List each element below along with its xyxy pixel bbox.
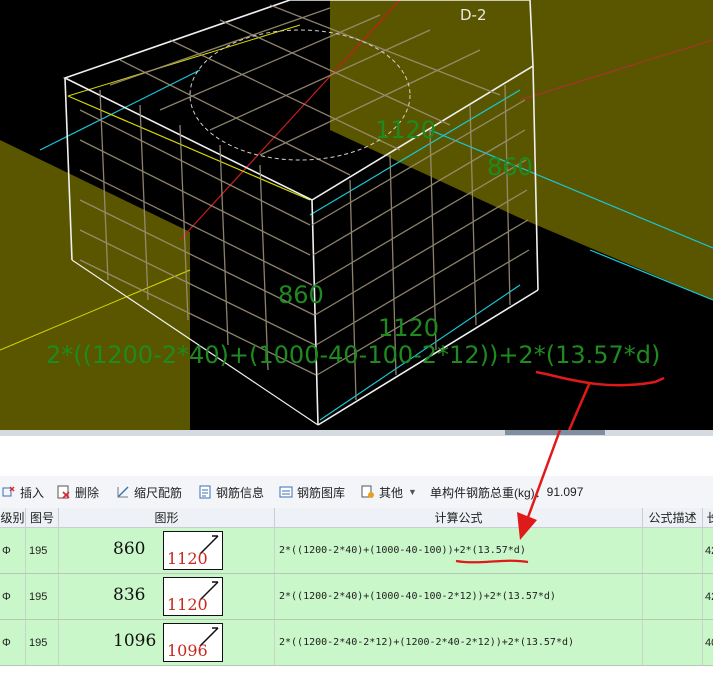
delete-button[interactable]: 删除 [57,483,99,501]
cell-grade[interactable]: Φ [0,620,26,665]
shape-length: 1096 [113,631,157,651]
cell-extra[interactable]: 42 [703,574,713,619]
table-row[interactable]: Φ 195 836 1120 2*((1200-2*40)+(1000-40-1… [0,574,713,620]
delete-icon [57,485,71,499]
info-icon [198,485,212,499]
rebar-table: 级别 图号 图形 计算公式 公式描述 长 Φ 195 860 1120 2*((… [0,508,713,698]
other-icon [361,485,375,499]
cell-formula[interactable]: 2*((1200-2*40-2*12)+(1200-2*40-2*12))+2*… [275,620,643,665]
col-header-shape[interactable]: 图形 [59,508,275,528]
other-label: 其他 [379,485,404,500]
shape-box-length: 1096 [167,641,208,660]
col-header-desc[interactable]: 公式描述 [643,508,703,528]
info-label: 钢筋信息 [216,485,265,500]
insert-label: 插入 [20,485,45,500]
cell-grade[interactable]: Φ [0,574,26,619]
shape-box-length: 1120 [167,595,208,614]
insert-icon [2,485,16,499]
cell-figure-no[interactable]: 195 [26,574,59,619]
library-label: 钢筋图库 [297,485,346,500]
weight-value: 91.097 [546,485,584,499]
panel-splitter[interactable] [0,430,713,436]
cell-extra[interactable]: 40 [703,620,713,665]
shape-figure[interactable]: 1120 [163,531,223,570]
other-dropdown[interactable]: 其他 ▼ [361,483,417,501]
empty-row[interactable] [0,666,713,698]
cell-grade[interactable]: Φ [0,528,26,573]
cell-extra[interactable]: 42 [703,528,713,573]
table-row[interactable]: Φ 195 860 1120 2*((1200-2*40)+(1000-40-1… [0,528,713,574]
cell-figure-no[interactable]: 195 [26,620,59,665]
col-header-extra[interactable]: 长 [703,508,713,528]
label-d2: D-2 [460,6,487,24]
cell-desc[interactable] [643,620,703,665]
shape-length: 860 [113,539,146,559]
scale-icon [116,485,130,499]
total-weight: 单构件钢筋总重(kg)： 91.097 [430,483,583,501]
3d-viewport[interactable]: D-2 1120 860 860 1120 2*((1200-2*40)+(10… [0,0,713,430]
col-header-grade[interactable]: 级别 [0,508,26,528]
chevron-down-icon: ▼ [408,487,417,497]
shape-figure[interactable]: 1120 [163,577,223,616]
col-header-figure-no[interactable]: 图号 [26,508,59,528]
rebar-info-button[interactable]: 钢筋信息 [198,483,264,501]
dimension-right-860: 860 [487,153,533,181]
shape-figure[interactable]: 1096 [163,623,223,662]
cell-desc[interactable] [643,574,703,619]
cell-desc[interactable] [643,528,703,573]
olive-column-left [0,140,190,430]
shape-box-length: 1120 [167,549,208,568]
table-row[interactable]: Φ 195 1096 1096 2*((1200-2*40-2*12)+(120… [0,620,713,666]
formula-overlay: 2*((1200-2*40)+(1000-40-100-2*12))+2*(13… [46,341,661,369]
rebar-library-button[interactable]: 钢筋图库 [279,483,345,501]
cell-formula[interactable]: 2*((1200-2*40)+(1000-40-100))+2*(13.57*d… [275,528,643,573]
shape-length: 836 [113,585,146,605]
weight-label: 单构件钢筋总重(kg)： [430,485,547,500]
cell-figure-no[interactable]: 195 [26,528,59,573]
cell-formula[interactable]: 2*((1200-2*40)+(1000-40-100-2*12))+2*(13… [275,574,643,619]
dimension-bottom-1120: 1120 [378,314,440,342]
scale-label: 缩尺配筋 [134,485,183,500]
delete-label: 删除 [75,485,100,500]
col-header-formula[interactable]: 计算公式 [275,508,643,528]
insert-button[interactable]: 插入 [2,483,44,501]
dimension-top-1120: 1120 [375,116,437,144]
dimension-mid-860: 860 [278,281,324,309]
splitter-grip[interactable] [505,430,605,435]
rebar-toolbar: 插入 删除 缩尺配筋 钢筋信息 钢筋图库 其他 ▼ 单构件钢筋总重(kg)： 9… [0,476,713,508]
scale-rebar-button[interactable]: 缩尺配筋 [116,483,182,501]
library-icon [279,485,293,499]
